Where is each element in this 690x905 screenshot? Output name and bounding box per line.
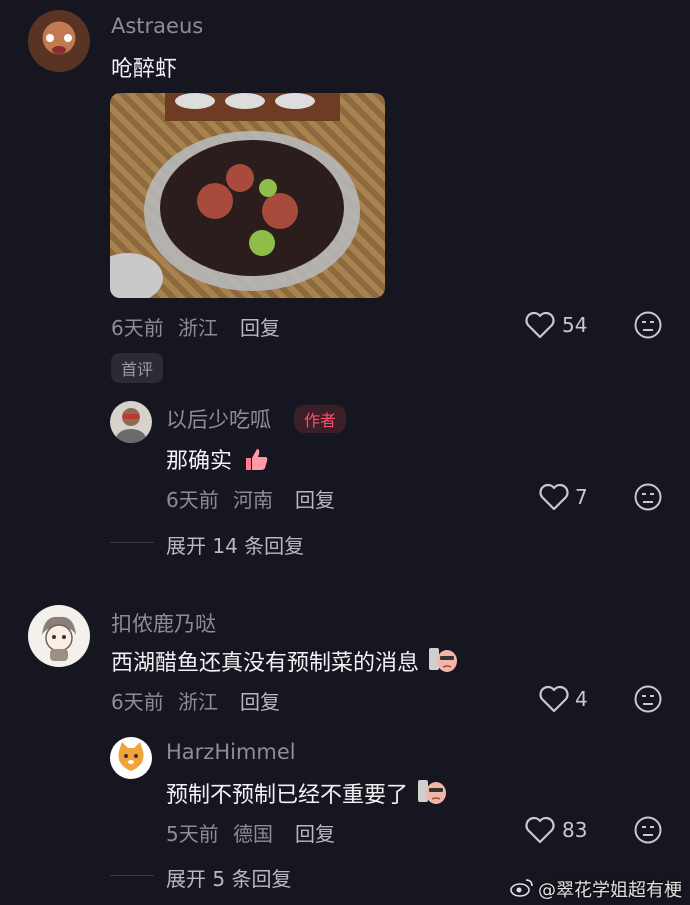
like-count: 4 — [575, 687, 588, 711]
comment-text: 呛醉虾 — [111, 57, 178, 82]
comment-author[interactable]: Astraeus — [111, 14, 203, 38]
avatar[interactable] — [110, 401, 152, 443]
comment-text-content: 预制不预制已经不重要了 — [166, 783, 409, 808]
expand-replies-button[interactable]: 展开 5 条回复 — [166, 863, 291, 892]
thumbs-up-emoji-icon — [243, 447, 269, 477]
watermark-text: @翠花学姐超有梗 — [538, 880, 682, 901]
comment-author[interactable]: HarzHimmel — [166, 740, 296, 764]
watermark: @翠花学姐超有梗 — [510, 876, 682, 902]
reply-button[interactable]: 回复 — [295, 818, 335, 847]
avatar-cat-icon — [118, 742, 144, 771]
expand-divider — [110, 875, 154, 876]
sticker-emoji-icon — [428, 646, 458, 680]
first-comment-badge: 首评 — [111, 353, 164, 383]
comment-text: 预制不预制已经不重要了 — [166, 777, 447, 812]
like-count: 7 — [575, 485, 588, 509]
avatar[interactable] — [28, 605, 90, 667]
comment-text-content: 那确实 — [166, 449, 233, 474]
comment-time: 6天前 — [111, 690, 164, 714]
avatar-anime-icon — [42, 616, 76, 661]
like-icon[interactable] — [525, 816, 555, 844]
dislike-icon[interactable] — [633, 310, 663, 340]
reply-button[interactable]: 回复 — [240, 686, 280, 715]
food-photo-icon — [110, 93, 360, 298]
comment-text: 那确实 — [166, 443, 269, 477]
avatar-face-icon — [46, 34, 72, 54]
like-count: 54 — [562, 313, 588, 337]
comment-location: 德国 — [233, 822, 273, 846]
like-count: 83 — [562, 818, 588, 842]
avatar[interactable] — [110, 737, 152, 779]
comment-location: 浙江 — [178, 316, 218, 340]
comment-time: 6天前 — [111, 316, 164, 340]
like-icon[interactable] — [539, 685, 569, 713]
avatar[interactable] — [28, 10, 90, 72]
comment-time: 5天前 — [166, 822, 219, 846]
reply-button[interactable]: 回复 — [240, 312, 280, 341]
expand-divider — [110, 542, 154, 543]
expand-replies-button[interactable]: 展开 14 条回复 — [166, 530, 304, 559]
dislike-icon[interactable] — [633, 815, 663, 845]
reply-button[interactable]: 回复 — [295, 484, 335, 513]
comment-image[interactable] — [110, 93, 385, 298]
author-badge: 作者 — [294, 405, 347, 433]
sticker-emoji-icon — [417, 778, 447, 812]
weibo-logo-icon — [510, 877, 534, 901]
like-icon[interactable] — [525, 311, 555, 339]
like-icon[interactable] — [539, 483, 569, 511]
comment-author[interactable]: 以后少吃呱 — [166, 404, 271, 434]
comment-text-content: 西湖醋鱼还真没有预制菜的消息 — [111, 651, 420, 676]
dislike-icon[interactable] — [633, 482, 663, 512]
comment-time: 6天前 — [166, 488, 219, 512]
dislike-icon[interactable] — [633, 684, 663, 714]
comment-location: 河南 — [233, 488, 273, 512]
comment-author[interactable]: 扣侬鹿乃哒 — [111, 608, 216, 638]
avatar-person-icon — [116, 408, 146, 443]
comment-location: 浙江 — [178, 690, 218, 714]
comment-text: 西湖醋鱼还真没有预制菜的消息 — [111, 645, 458, 680]
